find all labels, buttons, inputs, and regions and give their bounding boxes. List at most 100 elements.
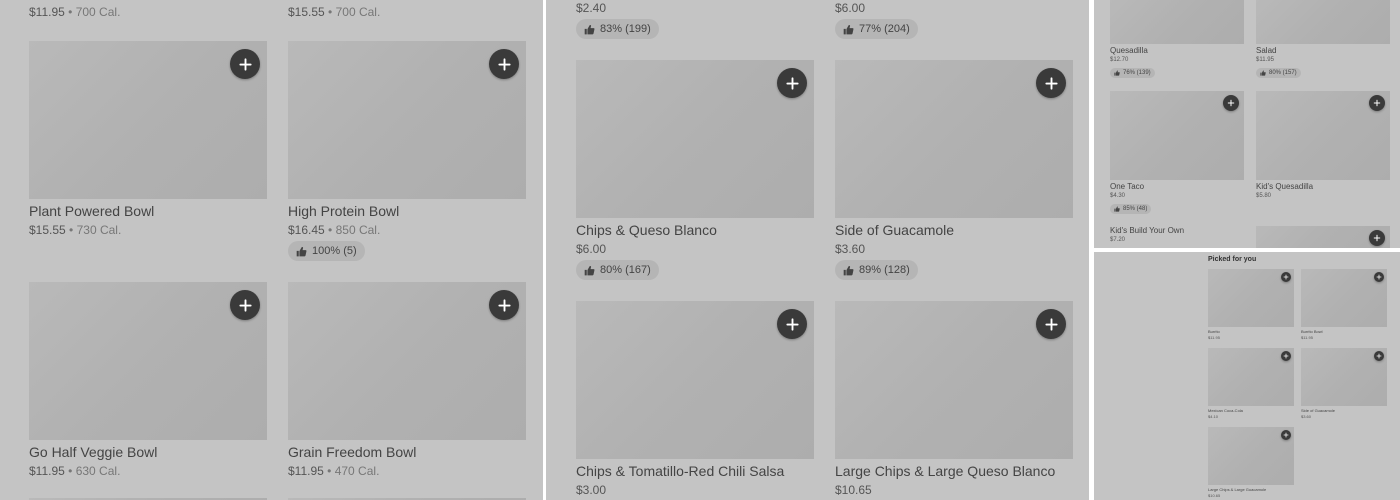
item-price: $4.10 — [1208, 414, 1219, 419]
menu-item-card[interactable]: Burrito Bowl $11.95 — [1301, 269, 1387, 341]
item-price: $6.00 — [835, 1, 866, 15]
menu-item-card[interactable]: Large Chips & Large Queso Blanco $10.65 — [835, 301, 1073, 500]
thumbs-up-icon — [843, 24, 854, 35]
menu-item-card[interactable]: Kid's Quesadilla $5.80 — [1256, 91, 1390, 216]
item-name: Plant Powered Bowl — [29, 203, 155, 219]
item-name: Large Chips & Large Guacamole — [1208, 487, 1267, 492]
menu-item-card[interactable]: Salad $11.95 80% (157) — [1256, 0, 1390, 80]
item-price: $6.00 — [576, 242, 607, 256]
item-name: Grain Freedom Bowl — [288, 444, 417, 460]
rating-badge: 80% (167) — [576, 260, 659, 280]
add-item-button[interactable] — [1374, 351, 1384, 361]
item-price: $10.65 — [1208, 493, 1221, 498]
add-item-button[interactable] — [1374, 272, 1384, 282]
thumbs-up-icon — [1114, 206, 1120, 212]
item-price: $2.40 — [576, 1, 607, 15]
item-name: Kid's Build Your Own — [1110, 226, 1185, 235]
thumbs-up-icon — [843, 265, 854, 276]
menu-item-card[interactable]: Kid's Build Your Own $7.20 — [1110, 226, 1244, 248]
item-name: Chips & Tomatillo-Red Chili Salsa — [576, 463, 785, 479]
plus-icon — [1376, 274, 1382, 280]
item-calories: 630 Cal. — [75, 464, 121, 478]
separator: • — [69, 223, 74, 237]
plus-icon — [1283, 432, 1289, 438]
item-name: Burrito — [1208, 329, 1220, 334]
menu-item-card[interactable]: High Protein Bowl $16.45 • 850 Cal. 100%… — [288, 41, 526, 266]
item-calories: 850 Cal. — [335, 223, 381, 237]
item-price: $7.20 — [1110, 237, 1126, 243]
menu-item-card[interactable]: Large Chips & Large Guacamole $10.65 — [1208, 427, 1294, 499]
rating-badge: 100% (5) — [288, 241, 365, 261]
item-price: $15.55 — [29, 223, 66, 237]
add-item-button[interactable] — [777, 68, 807, 98]
plus-icon — [497, 298, 512, 313]
section-title: Picked for you — [1208, 256, 1257, 263]
item-image — [1256, 0, 1390, 44]
menu-item-card[interactable]: Side of Guacamole $3.60 89% (128) — [835, 60, 1073, 285]
plus-icon — [1373, 99, 1381, 107]
menu-item-card[interactable]: One Taco $4.30 85% (48) — [1110, 91, 1244, 216]
add-item-button[interactable] — [1223, 95, 1239, 111]
rating-text: 80% (157) — [1269, 70, 1297, 76]
menu-item-card[interactable]: Plant Powered Bowl $15.55 • 730 Cal. — [29, 41, 267, 241]
add-item-button[interactable] — [1281, 272, 1291, 282]
rating-text: 100% (5) — [312, 245, 357, 257]
item-price: $11.95 — [29, 5, 65, 19]
plus-icon — [1227, 99, 1235, 107]
add-item-button[interactable] — [489, 49, 519, 79]
menu-panel-bowls: $11.95 • 700 Cal. $15.55 • 700 Cal. Plan… — [0, 0, 543, 500]
picked-for-you-panel: Picked for you Burrito $11.95 Burrito Bo… — [1094, 252, 1400, 500]
menu-item-card[interactable]: Mexican Coca-Cola $4.10 — [1208, 348, 1294, 420]
item-price: $16.45 — [288, 223, 325, 237]
item-price: $11.95 — [29, 464, 65, 478]
separator: • — [328, 223, 333, 237]
plus-icon — [1376, 353, 1382, 359]
menu-item-card[interactable]: Quesadilla $12.70 76% (139) — [1110, 0, 1244, 80]
item-price: $10.65 — [835, 483, 872, 497]
thumbs-up-icon — [584, 24, 595, 35]
item-price: $11.95 — [1301, 335, 1313, 340]
plus-icon — [1283, 274, 1289, 280]
plus-icon — [1044, 76, 1059, 91]
menu-item-card[interactable] — [1256, 226, 1390, 248]
item-meta: $11.95 • 470 Cal. — [288, 464, 379, 478]
item-price: $15.55 — [288, 5, 325, 19]
add-item-button[interactable] — [1281, 351, 1291, 361]
menu-item-card[interactable]: Grain Freedom Bowl $11.95 • 470 Cal. — [288, 282, 526, 482]
thumbs-up-icon — [584, 265, 595, 276]
item-price: $11.95 — [1208, 335, 1220, 340]
plus-icon — [497, 57, 512, 72]
add-item-button[interactable] — [1369, 230, 1385, 246]
item-price: $5.80 — [1256, 193, 1272, 199]
add-item-button[interactable] — [1036, 309, 1066, 339]
add-item-button[interactable] — [489, 290, 519, 320]
item-meta: $15.55 • 700 Cal. — [288, 5, 380, 19]
menu-item-card[interactable]: Side of Guacamole $3.60 — [1301, 348, 1387, 420]
menu-item-card[interactable]: Burrito $11.95 — [1208, 269, 1294, 341]
add-item-button[interactable] — [230, 290, 260, 320]
item-price: $11.95 — [288, 464, 324, 478]
rating-badge: 85% (48) — [1110, 204, 1152, 214]
add-item-button[interactable] — [1281, 430, 1291, 440]
item-meta: $15.55 • 730 Cal. — [29, 223, 121, 237]
item-calories: 730 Cal. — [76, 223, 122, 237]
item-name: Salad — [1256, 46, 1277, 55]
plus-icon — [1283, 353, 1289, 359]
item-name: Side of Guacamole — [835, 222, 955, 238]
item-name: Kid's Quesadilla — [1256, 182, 1314, 191]
plus-icon — [238, 298, 253, 313]
rating-text: 80% (167) — [600, 264, 651, 276]
item-meta: $16.45 • 850 Cal. — [288, 223, 380, 237]
menu-item-card[interactable]: Chips & Queso Blanco $6.00 80% (167) — [576, 60, 814, 285]
menu-item-card[interactable]: Go Half Veggie Bowl $11.95 • 630 Cal. — [29, 282, 267, 482]
item-meta: $11.95 • 700 Cal. — [29, 5, 120, 19]
item-price: $4.30 — [1110, 193, 1126, 199]
add-item-button[interactable] — [777, 309, 807, 339]
add-item-button[interactable] — [1036, 68, 1066, 98]
add-item-button[interactable] — [1369, 95, 1385, 111]
item-price: $3.60 — [1301, 414, 1312, 419]
menu-item-card[interactable]: Chips & Tomatillo-Red Chili Salsa $3.00 — [576, 301, 814, 500]
rating-text: 77% (204) — [859, 23, 910, 35]
add-item-button[interactable] — [230, 49, 260, 79]
item-name: Mexican Coca-Cola — [1208, 408, 1243, 413]
